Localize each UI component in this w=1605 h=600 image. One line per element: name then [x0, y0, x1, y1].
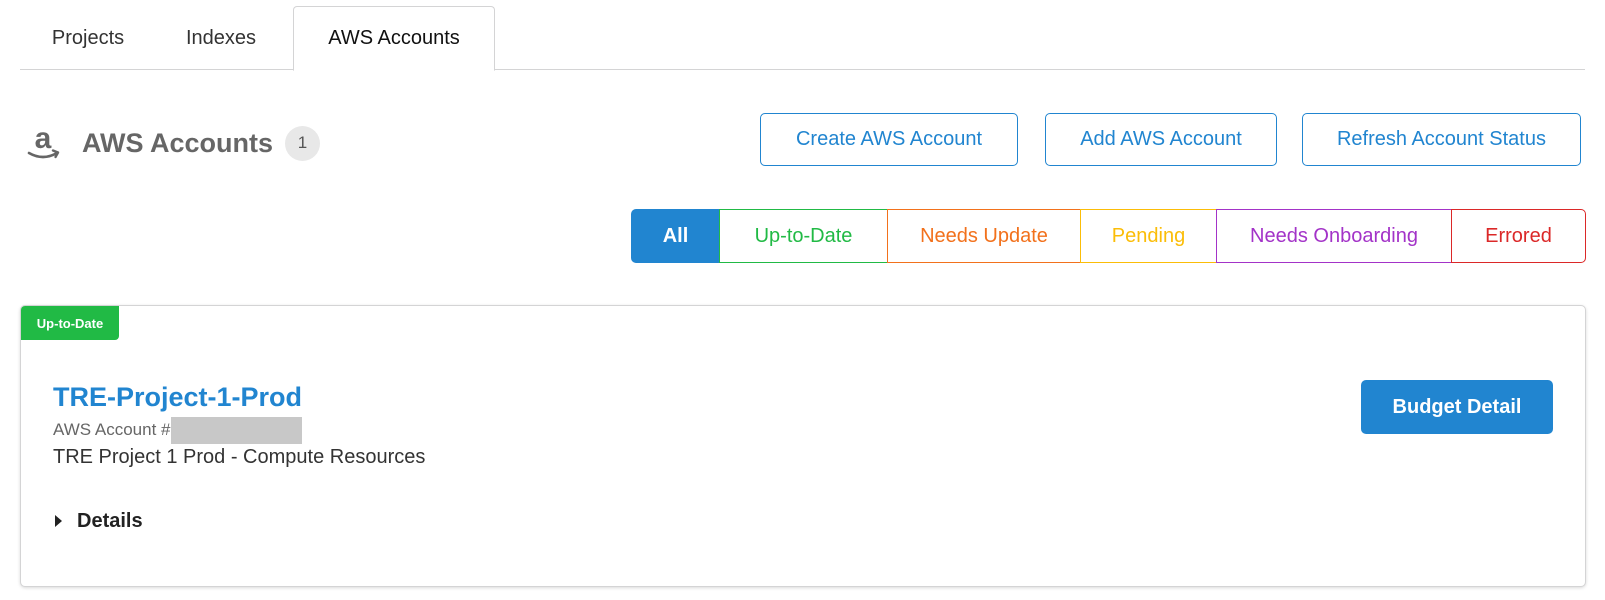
filter-needs-update[interactable]: Needs Update: [887, 209, 1081, 263]
account-card: Up-to-Date TRE-Project-1-Prod AWS Accoun…: [20, 305, 1586, 587]
budget-detail-button[interactable]: Budget Detail: [1361, 380, 1553, 434]
amazon-icon: a: [22, 122, 64, 164]
status-badge: Up-to-Date: [21, 306, 119, 340]
page-header: a AWS Accounts 1: [22, 115, 321, 171]
tab-aws-accounts[interactable]: AWS Accounts: [293, 6, 495, 71]
filter-up-to-date[interactable]: Up-to-Date: [719, 209, 888, 263]
filter-needs-onboarding[interactable]: Needs Onboarding: [1216, 209, 1452, 263]
filter-pending[interactable]: Pending: [1080, 209, 1217, 263]
refresh-account-status-button[interactable]: Refresh Account Status: [1302, 113, 1581, 166]
caret-right-icon: [55, 515, 62, 527]
account-number-label: AWS Account #: [53, 420, 171, 439]
tab-indexes[interactable]: Indexes: [156, 6, 286, 70]
redacted-account-number: [171, 416, 303, 444]
filter-errored[interactable]: Errored: [1451, 209, 1586, 263]
account-description: TRE Project 1 Prod - Compute Resources: [53, 446, 426, 468]
create-aws-account-button[interactable]: Create AWS Account: [760, 113, 1018, 166]
page-title: AWS Accounts: [82, 127, 274, 158]
details-label: Details: [77, 509, 143, 532]
svg-text:a: a: [35, 123, 52, 155]
add-aws-account-button[interactable]: Add AWS Account: [1045, 113, 1277, 166]
status-filter-group: All Up-to-Date Needs Update Pending Need…: [631, 209, 1586, 263]
details-toggle[interactable]: Details: [55, 508, 143, 534]
filter-all[interactable]: All: [631, 209, 720, 263]
tab-projects[interactable]: Projects: [20, 6, 156, 70]
tab-bar: Projects Indexes AWS Accounts: [20, 6, 1585, 71]
account-name-link[interactable]: TRE-Project-1-Prod: [53, 382, 302, 413]
account-count-badge: 1: [285, 125, 321, 161]
account-number-row: AWS Account #: [53, 416, 303, 444]
